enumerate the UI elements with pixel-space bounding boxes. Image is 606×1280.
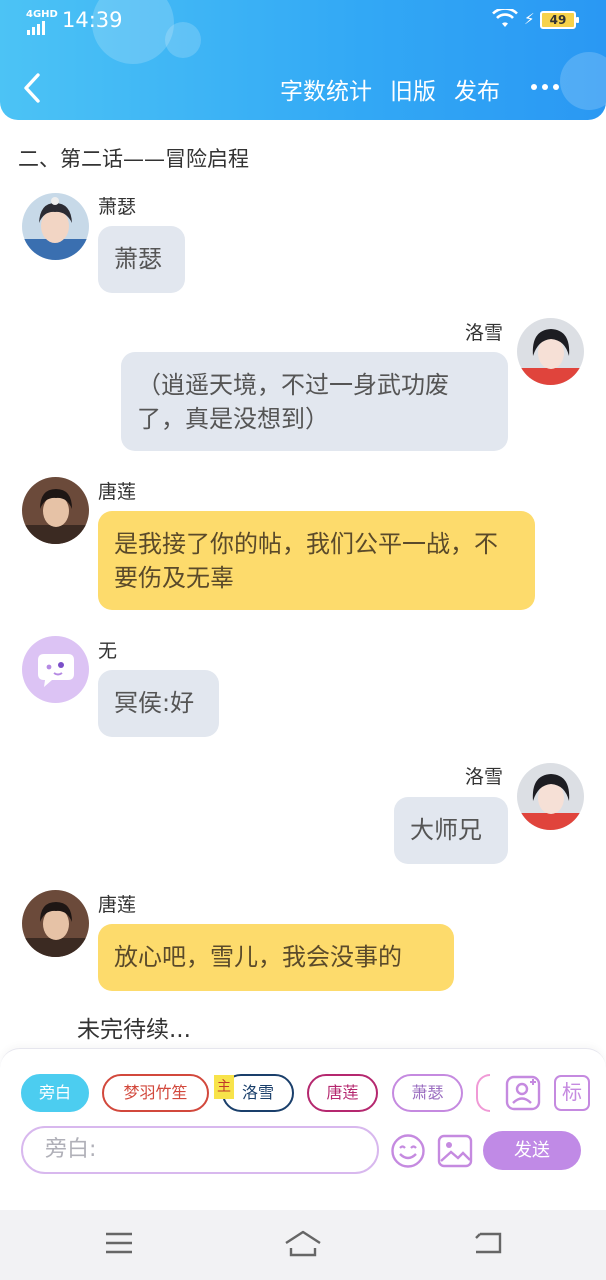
more-dot-icon (542, 84, 548, 90)
clock: 14:39 (62, 8, 123, 32)
menu-icon[interactable] (104, 1228, 134, 1258)
speaker-name: 洛雪 (465, 766, 504, 788)
message-bubble[interactable]: （逍遥天境，不过一身武功废了，真是没想到） (121, 352, 508, 451)
mark-button[interactable]: 标 (554, 1075, 590, 1111)
header-actions: 字数统计 旧版 发布 (280, 72, 500, 106)
role-chip-xiaose[interactable]: 萧瑟 (392, 1074, 463, 1112)
avatar-xiaose[interactable] (22, 193, 89, 260)
message-bubble[interactable]: 大师兄 (394, 797, 508, 864)
more-options-button[interactable] (531, 84, 559, 90)
system-navigation-bar (0, 1210, 606, 1280)
to-be-continued-text: 未完待续... (77, 1017, 191, 1043)
role-chip-narrator[interactable]: 旁白 (21, 1074, 89, 1112)
publish-button[interactable]: 发布 (454, 72, 500, 106)
signal-strength-icon (27, 21, 45, 35)
chapter-title: 二、第二话——冒险启程 (18, 147, 249, 171)
role-chip-tanglian[interactable]: 唐莲 (307, 1074, 378, 1112)
main-role-badge: 主 (214, 1075, 234, 1099)
back-button[interactable] (18, 68, 48, 108)
speaker-name: 洛雪 (465, 322, 504, 344)
send-button[interactable]: 发送 (483, 1131, 581, 1170)
speaker-name: 唐莲 (98, 481, 137, 503)
avatar-luoxue[interactable] (517, 763, 584, 830)
old-version-button[interactable]: 旧版 (390, 72, 436, 106)
speaker-name: 萧瑟 (98, 196, 137, 218)
speaker-name: 无 (98, 640, 118, 662)
message-bubble[interactable]: 萧瑟 (98, 226, 185, 293)
word-count-button[interactable]: 字数统计 (280, 72, 372, 106)
avatar-tanglian[interactable] (22, 477, 89, 544)
avatar-luoxue[interactable] (517, 318, 584, 385)
speaker-name: 唐莲 (98, 894, 137, 916)
top-app-bar: 4GHD 14:39 ⚡ 49 字数统计 旧版 发布 (0, 0, 606, 120)
image-icon[interactable] (437, 1133, 473, 1169)
emoji-icon[interactable] (390, 1133, 426, 1169)
more-dot-icon (531, 84, 537, 90)
wifi-icon (492, 9, 518, 27)
message-input[interactable]: 旁白: (21, 1126, 379, 1174)
role-chip-more[interactable] (476, 1074, 490, 1112)
message-bubble[interactable]: 是我接了你的帖，我们公平一战，不要伤及无辜 (98, 511, 535, 610)
message-bubble[interactable]: 放心吧，雪儿，我会没事的 (98, 924, 454, 991)
chat-bubble-icon (38, 654, 74, 687)
decorative-bubble (560, 52, 606, 110)
more-dot-icon (553, 84, 559, 90)
chevron-left-icon (24, 73, 40, 103)
charging-icon: ⚡ (524, 10, 535, 28)
network-type: 4GHD (26, 9, 58, 20)
home-icon[interactable] (283, 1228, 323, 1260)
battery-indicator: 49 (540, 11, 579, 29)
avatar-none[interactable] (22, 636, 89, 703)
status-bar: 4GHD 14:39 ⚡ 49 (0, 0, 606, 42)
avatar-tanglian[interactable] (22, 890, 89, 957)
add-role-icon[interactable] (505, 1075, 541, 1111)
role-chip-mengyu[interactable]: 梦羽竹笙 (102, 1074, 209, 1112)
back-nav-icon[interactable] (472, 1228, 504, 1258)
message-bubble[interactable]: 冥侯:好 (98, 670, 219, 737)
